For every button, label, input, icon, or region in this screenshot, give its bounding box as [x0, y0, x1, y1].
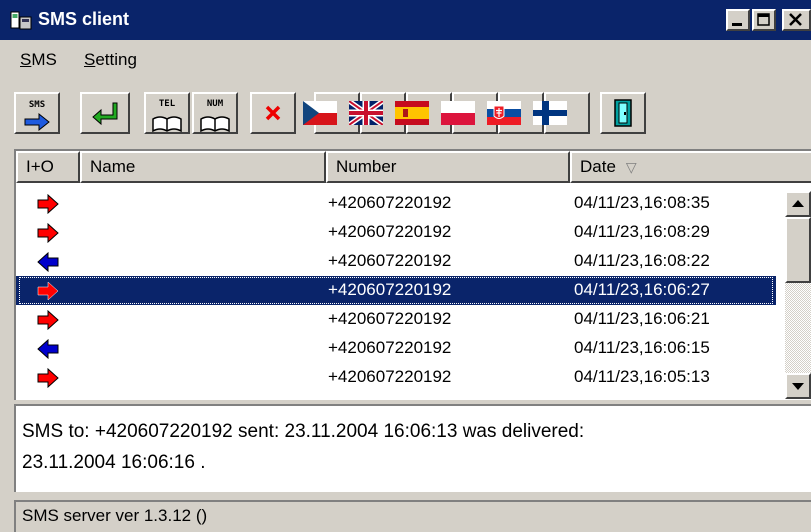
message-detail-line-1: SMS to: +420607220192 sent: 23.11.2004 1…: [22, 421, 585, 442]
close-icon: [789, 13, 802, 26]
exit-door-icon: [614, 99, 632, 127]
minimize-icon: [732, 23, 742, 26]
column-header-io-label: I+O: [26, 157, 54, 176]
menu-setting-mnemonic: S: [84, 50, 96, 69]
close-button[interactable]: [782, 9, 811, 31]
row-number: +420607220192: [328, 193, 452, 212]
lang-finnish-button[interactable]: [533, 92, 590, 134]
table-row[interactable]: +420607220192 04/11/23,16:06:15: [16, 334, 776, 363]
slovakia-flag-icon: [487, 101, 521, 125]
table-row[interactable]: +420607220192 04/11/23,16:06:21: [16, 305, 776, 334]
phonebook-num-button[interactable]: NUM: [192, 92, 238, 134]
exit-button[interactable]: [600, 92, 646, 134]
scroll-up-arrow-icon: [792, 200, 804, 207]
uk-flag-icon: [349, 101, 383, 125]
incoming-arrow-icon: [37, 252, 59, 272]
outgoing-arrow-icon: [37, 310, 59, 330]
reply-button[interactable]: [80, 92, 130, 134]
row-number: +420607220192: [328, 367, 452, 386]
row-date: 04/11/23,16:05:13: [574, 367, 710, 386]
menu-setting[interactable]: Setting: [84, 50, 137, 70]
scroll-down-button[interactable]: [785, 373, 811, 399]
row-number: +420607220192: [328, 280, 452, 299]
table-row[interactable]: +420607220192 04/11/23,16:08:22: [16, 247, 776, 276]
red-x-icon: [265, 105, 281, 121]
row-date: 04/11/23,16:08:35: [574, 193, 710, 212]
app-icon: [10, 11, 32, 30]
row-number: +420607220192: [328, 251, 452, 270]
message-detail-line-2: 23.11.2004 16:06:16 .: [22, 452, 206, 473]
maximize-icon: [757, 13, 770, 26]
menu-sms-rest: MS: [31, 50, 57, 69]
menu-sms-mnemonic: S: [20, 50, 32, 69]
row-date: 04/11/23,16:06:27: [574, 280, 710, 299]
maximize-button[interactable]: [752, 9, 776, 31]
message-list[interactable]: I+O Name Number Date ▽ +420607220192 04/1…: [14, 149, 811, 400]
row-number: +420607220192: [328, 222, 452, 241]
czech-flag-icon: [303, 101, 337, 125]
scroll-down-arrow-icon: [792, 383, 804, 390]
table-row[interactable]: +420607220192 04/11/23,16:05:13: [16, 363, 776, 392]
sms-send-icon: [24, 112, 50, 131]
phonebook-tel-button[interactable]: TEL: [144, 92, 190, 134]
incoming-arrow-icon: [37, 339, 59, 359]
row-number: +420607220192: [328, 309, 452, 328]
menu-sms[interactable]: SMS: [20, 50, 57, 70]
row-date: 04/11/23,16:08:29: [574, 222, 710, 241]
column-header-number[interactable]: Number: [326, 151, 570, 183]
table-row[interactable]: +420607220192 04/11/23,16:08:35: [16, 189, 776, 218]
row-number: +420607220192: [328, 338, 452, 357]
spain-flag-icon: [395, 101, 429, 125]
outgoing-arrow-icon: [37, 368, 59, 388]
title-bar[interactable]: SMS client: [0, 0, 811, 40]
column-header-name[interactable]: Name: [80, 151, 326, 183]
vertical-scrollbar[interactable]: [785, 191, 811, 399]
scroll-thumb[interactable]: [785, 217, 811, 283]
outgoing-arrow-icon: [37, 223, 59, 243]
column-header-name-label: Name: [90, 157, 136, 176]
column-header-number-label: Number: [336, 157, 397, 176]
book-icon: [200, 115, 230, 132]
column-header-io[interactable]: I+O: [16, 151, 80, 183]
green-return-arrow-icon: [92, 102, 118, 126]
outgoing-arrow-icon: [37, 194, 59, 214]
window-title: SMS client: [38, 9, 130, 29]
column-header-date[interactable]: Date ▽: [570, 151, 811, 183]
book-icon: [152, 115, 182, 132]
outgoing-arrow-icon: [37, 281, 59, 301]
status-text: SMS server ver 1.3.12 (): [22, 506, 208, 525]
message-detail-pane[interactable]: SMS to: +420607220192 sent: 23.11.2004 1…: [14, 404, 811, 492]
finland-flag-icon: [533, 101, 567, 125]
column-header-date-label: Date: [580, 157, 616, 176]
row-date: 04/11/23,16:08:22: [574, 251, 710, 270]
row-date: 04/11/23,16:06:21: [574, 309, 710, 328]
send-sms-button[interactable]: SMS: [14, 92, 60, 134]
row-date: 04/11/23,16:06:15: [574, 338, 710, 357]
table-row[interactable]: +420607220192 04/11/23,16:08:29: [16, 218, 776, 247]
poland-flag-icon: [441, 101, 475, 125]
table-row-selected[interactable]: +420607220192 04/11/23,16:06:27: [16, 276, 776, 305]
minimize-button[interactable]: [726, 9, 750, 31]
status-bar: SMS server ver 1.3.12 (): [14, 500, 811, 532]
scroll-up-button[interactable]: [785, 191, 811, 217]
sort-descending-icon: ▽: [625, 159, 637, 175]
sms-client-window: SMS client SMS Setting SMS TEL NUM I+O N…: [0, 0, 811, 532]
menu-setting-rest: etting: [95, 50, 137, 69]
delete-button[interactable]: [250, 92, 296, 134]
column-headers: I+O Name Number Date ▽: [16, 151, 811, 183]
